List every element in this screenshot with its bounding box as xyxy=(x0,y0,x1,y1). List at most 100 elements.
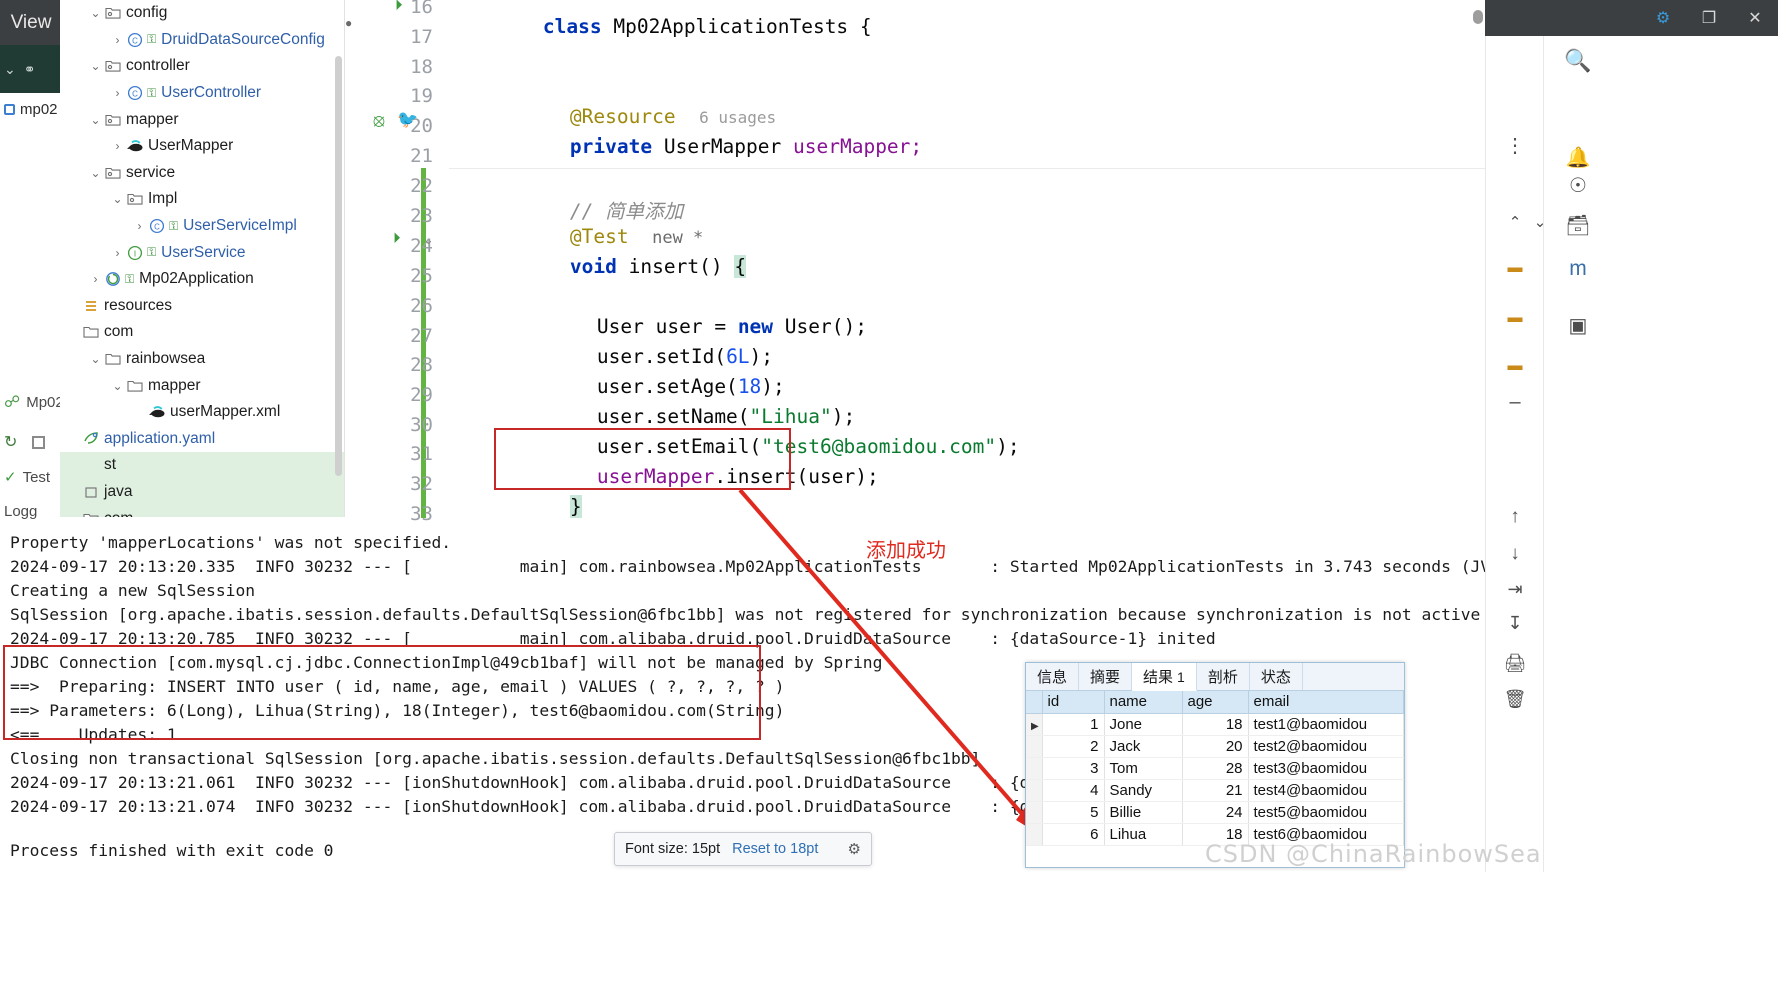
row-marker-cell[interactable] xyxy=(1026,823,1043,846)
chevron-right-icon[interactable]: › xyxy=(88,272,103,286)
tree-item-com[interactable]: com xyxy=(60,505,344,517)
tree-item-application-yaml[interactable]: application.yaml xyxy=(60,426,344,453)
tree-item-com[interactable]: com xyxy=(60,319,344,346)
table-row[interactable]: ▶ 1 Jone 18 test1@baomidou xyxy=(1026,713,1404,736)
breadcrumb-module[interactable]: mp02 xyxy=(0,93,62,125)
warning-stripe3-icon[interactable]: ▬ xyxy=(1495,348,1535,382)
font-size-tooltip[interactable]: Font size: 15pt Reset to 18pt ⚙ xyxy=(614,832,872,866)
reset-font-size-link[interactable]: Reset to 18pt xyxy=(732,841,818,857)
tree-item-controller[interactable]: ⌄ controller xyxy=(60,53,344,80)
tree-item-java[interactable]: java xyxy=(60,478,344,506)
chevron-down-icon[interactable]: ⌄ xyxy=(88,113,103,127)
chevron-right-icon[interactable]: › xyxy=(110,139,125,153)
scroll-down-icon[interactable]: ↓ xyxy=(1495,537,1535,571)
tree-item-service[interactable]: ⌄ service xyxy=(60,160,344,187)
column-header-age[interactable]: age xyxy=(1182,691,1249,714)
tree-item-mapper[interactable]: ⌄ mapper xyxy=(60,372,344,399)
result-tabs[interactable]: 信息 摘要 结果 1 剖析 状态 xyxy=(1026,663,1404,691)
cell-id[interactable]: 6 xyxy=(1042,823,1105,846)
cell-age[interactable]: 18 xyxy=(1182,713,1249,736)
tree-item-mp02application[interactable]: › ⚿ Mp02Application xyxy=(60,266,344,293)
table-row[interactable]: 5 Billie 24 test5@baomidou xyxy=(1026,801,1404,824)
cell-id[interactable]: 1 xyxy=(1042,713,1105,736)
chevron-down-icon[interactable]: ⌄ xyxy=(88,59,103,73)
database-icon[interactable]: 🗃 xyxy=(1558,208,1598,242)
cell-age[interactable]: 24 xyxy=(1182,801,1249,824)
tree-item-st[interactable]: st xyxy=(60,452,344,479)
cell-name[interactable]: Sandy xyxy=(1104,779,1183,802)
cell-name[interactable]: Billie xyxy=(1104,801,1183,824)
view-menu[interactable]: View xyxy=(0,0,62,45)
window-controls[interactable]: ⚙ ❐ ✕ xyxy=(1485,0,1778,36)
cell-email[interactable]: test5@baomidou xyxy=(1248,801,1404,824)
tree-item-userservice[interactable]: › I ⚿ UserService xyxy=(60,239,344,266)
cell-id[interactable]: 5 xyxy=(1042,801,1105,824)
gear-icon[interactable]: ⚙ xyxy=(848,840,861,858)
minimize-icon[interactable]: – xyxy=(1495,385,1535,419)
bean-navigate-icon[interactable]: ⦻ xyxy=(373,110,385,131)
far-right-tool-rail[interactable]: 🔍 🔔 ☉ 🗃 m ▣ xyxy=(1543,0,1607,996)
column-header-name[interactable]: name xyxy=(1104,691,1183,714)
table-row[interactable]: 3 Tom 28 test3@baomidou xyxy=(1026,757,1404,780)
cell-email[interactable]: test3@baomidou xyxy=(1248,757,1404,780)
logs-tab[interactable]: Logg xyxy=(0,503,37,520)
table-row[interactable]: 4 Sandy 21 test4@baomidou xyxy=(1026,779,1404,802)
cell-age[interactable]: 20 xyxy=(1182,735,1249,758)
plugin-icon[interactable]: ☉ xyxy=(1558,168,1598,202)
tree-item-usercontroller[interactable]: › C ⚿ UserController xyxy=(60,80,344,107)
result-tab[interactable]: 状态 xyxy=(1250,663,1303,690)
fold-chevron-icon[interactable]: ⌄ xyxy=(423,232,434,248)
tree-item-usermapper[interactable]: › UserMapper xyxy=(60,133,344,160)
chevron-down-icon[interactable]: ⌄ xyxy=(110,192,125,206)
cell-email[interactable]: test4@baomidou xyxy=(1248,779,1404,802)
structure-a-icon[interactable]: ▣ xyxy=(1558,308,1598,342)
tree-item-resources[interactable]: resources xyxy=(60,293,344,320)
row-marker-cell[interactable] xyxy=(1026,735,1043,758)
chevron-right-icon[interactable]: › xyxy=(110,246,125,260)
result-table[interactable]: id name age email ▶ 1 Jone 18 test1@baomidou… xyxy=(1026,691,1404,846)
rerun-icon[interactable]: ↻ xyxy=(4,432,17,452)
run-test-method-icon[interactable]: ⏵ xyxy=(393,230,401,247)
settings-gear-icon[interactable]: ⚙ xyxy=(1640,0,1686,36)
cell-email[interactable]: test1@baomidou xyxy=(1248,713,1404,736)
result-tab[interactable]: 结果 1 xyxy=(1132,663,1197,691)
trash-icon[interactable]: 🗑 xyxy=(1495,682,1535,716)
editor-scrollbar[interactable] xyxy=(1473,10,1483,24)
run-config-mp02[interactable]: ☍ Mp02 xyxy=(0,392,64,412)
column-header-id[interactable]: id xyxy=(1042,691,1105,714)
print-icon[interactable]: 🖨 xyxy=(1495,646,1535,680)
warning-stripe-icon[interactable]: ▬ xyxy=(1495,250,1535,284)
chevron-down-icon[interactable]: ⌄ xyxy=(88,6,103,20)
cell-name[interactable]: Jack xyxy=(1104,735,1183,758)
mybatis-bird-icon[interactable]: 🐦 xyxy=(397,110,418,130)
scroll-to-end-icon[interactable]: ↧ xyxy=(1495,606,1535,640)
warning-stripe2-icon[interactable]: ▬ xyxy=(1495,300,1535,334)
chevron-right-icon[interactable]: › xyxy=(110,86,125,100)
tree-item-rainbowsea[interactable]: ⌄ rainbowsea xyxy=(60,346,344,373)
tree-item-userserviceimpl[interactable]: › C ⚿ UserServiceImpl xyxy=(60,213,344,240)
cell-id[interactable]: 3 xyxy=(1042,757,1105,780)
cell-id[interactable]: 4 xyxy=(1042,779,1105,802)
tree-scrollbar[interactable] xyxy=(335,56,342,476)
cell-name[interactable]: Tom xyxy=(1104,757,1183,780)
row-marker-cell[interactable]: ▶ xyxy=(1026,713,1043,736)
soft-wrap-icon[interactable]: ⇥ xyxy=(1495,572,1535,606)
result-tab[interactable]: 摘要 xyxy=(1079,663,1133,690)
chevron-down-icon[interactable]: ⌄ xyxy=(4,61,16,78)
status-bar[interactable]: moments ago) 32:6 LF UTF-8 4 spaces xyxy=(0,872,1778,996)
restore-window-button[interactable]: ❐ xyxy=(1686,0,1732,36)
cell-id[interactable]: 2 xyxy=(1042,735,1105,758)
chevron-right-icon[interactable]: › xyxy=(132,219,147,233)
result-tab[interactable]: 信息 xyxy=(1026,663,1080,690)
tree-item-druiddatasourceconfig[interactable]: › C ⚿ DruidDataSourceConfig xyxy=(60,27,344,54)
more-options-icon[interactable]: ⋮ xyxy=(1495,128,1535,162)
rerun-controls[interactable]: ↻ xyxy=(0,432,46,452)
cell-age[interactable]: 21 xyxy=(1182,779,1249,802)
cell-email[interactable]: test2@baomidou xyxy=(1248,735,1404,758)
chevron-down-icon[interactable]: ⌄ xyxy=(88,166,103,180)
maven-m-icon[interactable]: m xyxy=(1558,252,1598,286)
cell-name[interactable]: Jone xyxy=(1104,713,1183,736)
chevron-down-icon[interactable]: ⌄ xyxy=(88,352,103,366)
tree-item-mapper[interactable]: ⌄ mapper xyxy=(60,106,344,133)
row-marker-cell[interactable] xyxy=(1026,757,1043,780)
